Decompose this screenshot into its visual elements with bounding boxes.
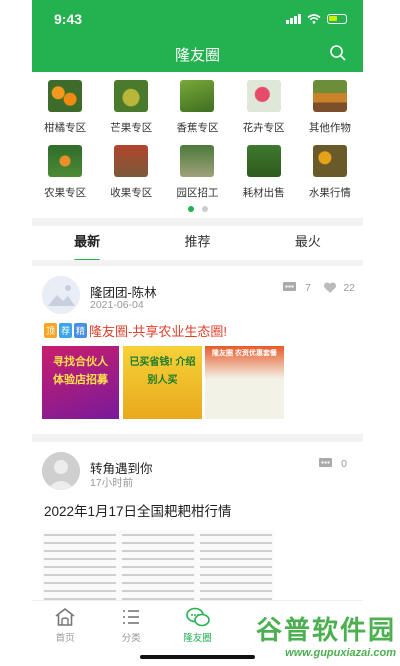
mango-image bbox=[114, 80, 149, 112]
page-title: 隆友圈 bbox=[174, 47, 220, 64]
banner-recruit-partner[interactable]: 寻找合伙人 体验店招募 bbox=[42, 346, 119, 419]
tab-community[interactable]: 隆友圈 bbox=[164, 601, 230, 650]
post-headline-text: 隆友圈-共享农业生态圈! bbox=[89, 324, 227, 339]
post-date: 17小时前 bbox=[90, 477, 134, 489]
category-banana[interactable]: 香蕉专区 bbox=[164, 80, 230, 135]
tag-recommended: 荐 bbox=[59, 323, 73, 338]
comment-icon bbox=[319, 458, 333, 467]
banner-text: 隆友圈 农资优惠套餐 bbox=[212, 350, 277, 357]
post-card[interactable]: 隆团团-陈林 2021-06-04 7 22 顶 荐 精 隆友圈-共享农业生态圈… bbox=[32, 266, 363, 434]
page-dot-active bbox=[187, 206, 194, 212]
avatar[interactable] bbox=[42, 276, 80, 314]
page-indicator bbox=[32, 206, 363, 212]
category-label: 农果专区 bbox=[44, 187, 87, 199]
banner-text: 已买省钱! 介绍别人买 bbox=[129, 357, 196, 386]
tag-top: 顶 bbox=[44, 323, 58, 338]
status-time: 9:43 bbox=[54, 11, 83, 27]
category-other[interactable]: 其他作物 bbox=[297, 80, 363, 135]
avatar[interactable] bbox=[42, 452, 80, 490]
post-card[interactable]: 转角遇到你 17小时前 0 2022年1月17日全国耙耙柑行情 bbox=[32, 442, 363, 610]
category-farm-fruit[interactable]: 农果专区 bbox=[32, 145, 98, 200]
comment-count-value: 0 bbox=[341, 458, 347, 470]
banner-package[interactable]: 隆友圈 农资优惠套餐 bbox=[205, 346, 284, 419]
banner-text: 寻找合伙人 体验店招募 bbox=[53, 356, 108, 386]
category-market[interactable]: 水果行情 bbox=[297, 145, 363, 200]
category-label: 其他作物 bbox=[308, 122, 351, 134]
tab-category-label: 分类 bbox=[121, 633, 141, 644]
page-dot bbox=[201, 206, 208, 212]
avatar-placeholder-icon bbox=[42, 276, 80, 314]
comment-count[interactable]: 0 bbox=[319, 458, 347, 470]
category-label: 花卉专区 bbox=[242, 122, 285, 134]
market-image bbox=[312, 145, 347, 177]
comment-icon bbox=[283, 282, 297, 291]
post-date: 2021-06-04 bbox=[90, 299, 144, 311]
tab-home-label: 首页 bbox=[55, 633, 75, 644]
category-recruit[interactable]: 园区招工 bbox=[164, 145, 230, 200]
post-title[interactable]: 2022年1月17日全国耙耙柑行情 bbox=[44, 500, 232, 520]
fruit-purchase-image bbox=[114, 145, 149, 177]
banner-referral[interactable]: 已买省钱! 介绍别人买 bbox=[123, 346, 202, 419]
like-count[interactable]: 22 bbox=[323, 282, 355, 294]
category-label: 水果行情 bbox=[308, 187, 351, 199]
flower-image bbox=[246, 80, 281, 112]
tab-latest[interactable]: 最新 bbox=[32, 226, 142, 262]
category-mango[interactable]: 芒果专区 bbox=[98, 80, 164, 135]
tag-featured: 精 bbox=[74, 323, 88, 338]
post-headline[interactable]: 顶 荐 精 隆友圈-共享农业生态圈! bbox=[44, 321, 227, 340]
recruit-image bbox=[180, 145, 215, 177]
section-divider bbox=[32, 218, 363, 226]
watermark: 谷普软件园 www.gupuxiazai.com bbox=[256, 610, 396, 659]
watermark-text: 谷普软件园 bbox=[255, 615, 396, 645]
category-label: 耗材出售 bbox=[242, 187, 285, 199]
table-thumbnail bbox=[42, 530, 274, 610]
user-placeholder-icon bbox=[42, 452, 80, 490]
signal-icon bbox=[286, 14, 301, 24]
status-bar: 9:43 bbox=[54, 9, 347, 29]
category-flower[interactable]: 花卉专区 bbox=[231, 80, 297, 135]
category-label: 收果专区 bbox=[110, 187, 153, 199]
tab-community-label: 隆友圈 bbox=[183, 633, 212, 644]
price-table-image[interactable] bbox=[42, 530, 274, 610]
chat-icon bbox=[185, 607, 210, 627]
battery-icon bbox=[327, 14, 347, 24]
supplies-image bbox=[246, 145, 281, 177]
tab-category[interactable]: 分类 bbox=[98, 601, 164, 650]
category-supplies[interactable]: 耗材出售 bbox=[231, 145, 297, 200]
search-icon[interactable] bbox=[329, 44, 347, 62]
heart-icon bbox=[324, 282, 337, 293]
tab-home[interactable]: 首页 bbox=[32, 601, 98, 650]
banana-image bbox=[180, 80, 215, 112]
category-grid: 柑橘专区 芒果专区 香蕉专区 花卉专区 其他作物 农果专区 收果专区 园区招工 … bbox=[32, 80, 363, 200]
category-fruit-purchase[interactable]: 收果专区 bbox=[98, 145, 164, 200]
farm-fruit-image bbox=[48, 145, 83, 177]
feed-tabs: 最新 推荐 最火 bbox=[32, 226, 363, 262]
category-label: 芒果专区 bbox=[110, 122, 153, 134]
list-icon bbox=[123, 610, 140, 624]
category-label: 柑橘专区 bbox=[44, 122, 87, 134]
comment-count-value: 7 bbox=[305, 282, 311, 294]
category-label: 香蕉专区 bbox=[176, 122, 219, 134]
other-crops-image bbox=[312, 80, 347, 112]
wifi-icon bbox=[307, 14, 321, 24]
watermark-url: www.gupuxiazai.com bbox=[285, 647, 396, 659]
home-icon bbox=[55, 607, 75, 626]
tab-hottest[interactable]: 最火 bbox=[253, 226, 363, 262]
tab-recommended[interactable]: 推荐 bbox=[142, 226, 252, 262]
citrus-image bbox=[48, 80, 83, 112]
like-count-value: 22 bbox=[343, 282, 355, 294]
home-indicator bbox=[140, 655, 255, 659]
section-divider bbox=[32, 434, 363, 442]
app-screen: 9:43 隆友圈 柑橘专区 芒果专区 香蕉专区 花卉专区 其他作物 农果专区 收… bbox=[32, 0, 363, 666]
category-label: 园区招工 bbox=[176, 187, 219, 199]
top-bar: 9:43 隆友圈 bbox=[32, 0, 363, 72]
comment-count[interactable]: 7 bbox=[283, 282, 311, 294]
category-citrus[interactable]: 柑橘专区 bbox=[32, 80, 98, 135]
